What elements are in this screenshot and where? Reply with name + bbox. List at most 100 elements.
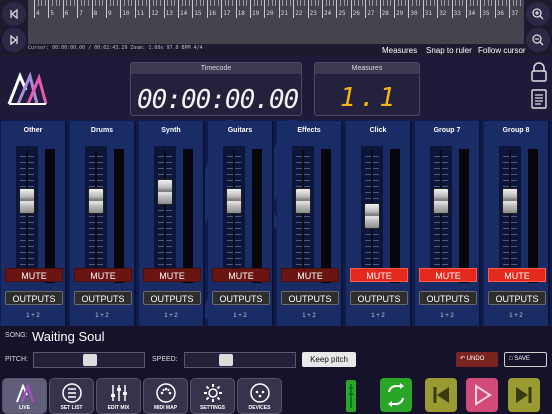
ruler-tick (444, 0, 446, 6)
undo-icon: ↶ (460, 356, 466, 362)
ruler-tick (422, 0, 424, 18)
nav-settings-button[interactable]: SETTINGS (190, 378, 235, 414)
output-routing: 1 + 2 (95, 313, 109, 319)
ruler-tick (433, 0, 435, 6)
channel-strip: Other MUTE OUTPUTS 1 + 2 (1, 121, 67, 326)
fader-track[interactable] (16, 146, 38, 282)
channel-name: Other (23, 127, 43, 134)
rewind-button[interactable] (2, 2, 26, 26)
volume-fader[interactable] (364, 203, 380, 230)
zoom-in-button[interactable] (526, 2, 550, 26)
forward-button[interactable] (2, 28, 26, 52)
level-meter (114, 149, 124, 283)
ruler-number: 32 (439, 10, 447, 17)
ruler-tick (102, 0, 104, 6)
ruler-tick (358, 0, 359, 6)
metronome-toggle[interactable] (346, 380, 356, 412)
speed-slider-handle[interactable] (219, 354, 234, 366)
volume-fader[interactable] (88, 187, 104, 214)
volume-fader[interactable] (157, 179, 173, 205)
ruler-tick (206, 0, 208, 18)
gear-icon (204, 384, 222, 402)
ruler-tick (376, 0, 377, 6)
ruler-tick (451, 0, 453, 18)
undo-button[interactable]: ↶ UNDO (456, 352, 498, 367)
fader-track[interactable] (292, 146, 314, 282)
outputs-button[interactable]: OUTPUTS (143, 291, 201, 305)
fader-track[interactable] (154, 146, 176, 282)
level-meter (528, 149, 538, 283)
mute-button[interactable]: MUTE (419, 268, 477, 282)
next-button[interactable] (508, 378, 540, 412)
nav-live-button[interactable]: LIVE (2, 378, 47, 414)
ruler-tick (37, 0, 39, 6)
nav-set-list-button[interactable]: SET LIST (49, 378, 94, 414)
pitch-slider[interactable] (33, 352, 145, 368)
lock-button[interactable] (530, 62, 548, 82)
timeline-ruler[interactable]: 4 5 6 7 8 9 10 11 12 13 14 15 16 17 18 19 20 21 22 23 24 25 26… (28, 0, 524, 44)
output-routing: 1 + 2 (302, 313, 316, 319)
mute-button[interactable]: MUTE (281, 268, 339, 282)
volume-fader[interactable] (502, 187, 518, 214)
mute-button[interactable]: MUTE (212, 268, 270, 282)
ruler-tick (502, 0, 503, 6)
ruler-tick (80, 0, 82, 6)
nav-label: EDIT MIX (107, 405, 130, 411)
zoom-out-button[interactable] (526, 28, 550, 52)
outputs-button[interactable]: OUTPUTS (74, 291, 132, 305)
ruler-tick (88, 0, 89, 6)
fader-track[interactable] (499, 146, 521, 282)
ruler-tick (44, 0, 46, 6)
ruler-tick (480, 0, 482, 18)
fader-track[interactable] (85, 146, 107, 282)
pitch-slider-handle[interactable] (83, 354, 97, 366)
outputs-button[interactable]: OUTPUTS (212, 291, 270, 305)
fader-track[interactable] (430, 146, 452, 282)
save-button[interactable]: □ SAVE (504, 352, 547, 367)
ruler-number: 6 (64, 10, 69, 17)
ruler-tick (268, 0, 269, 6)
previous-button[interactable] (425, 378, 457, 412)
ruler-tick (149, 0, 151, 18)
outputs-button[interactable]: OUTPUTS (281, 291, 339, 305)
ruler-tick (62, 0, 64, 18)
volume-fader[interactable] (433, 187, 449, 214)
ruler-tick (203, 0, 205, 6)
follow-cursor-toggle[interactable]: Follow cursor (478, 46, 526, 55)
nav-edit-mix-button[interactable]: EDIT MIX (96, 378, 141, 414)
notes-button[interactable] (530, 88, 548, 110)
ruler-number: 12 (151, 10, 159, 17)
outputs-button[interactable]: OUTPUTS (488, 291, 546, 305)
speed-slider[interactable] (184, 352, 296, 368)
mute-button[interactable]: MUTE (350, 268, 408, 282)
ruler-number: 10 (122, 10, 130, 17)
outputs-button[interactable]: OUTPUTS (350, 291, 408, 305)
keep-pitch-button[interactable]: Keep pitch (302, 352, 356, 367)
volume-fader[interactable] (295, 187, 311, 214)
ruler-number: 11 (136, 10, 145, 17)
nav-midi-map-button[interactable]: MIDI MAP (143, 378, 188, 414)
mute-button[interactable]: MUTE (74, 268, 132, 282)
ruler-tick (350, 0, 352, 18)
nav-devices-button[interactable]: DEVICES (237, 378, 282, 414)
ruler-tick (160, 0, 161, 6)
measures-toggle[interactable]: Measures (382, 46, 417, 55)
ruler-tick (199, 0, 201, 6)
outputs-button[interactable]: OUTPUTS (5, 291, 63, 305)
ruler-tick (448, 0, 449, 6)
volume-fader[interactable] (226, 187, 242, 214)
volume-fader[interactable] (19, 187, 35, 214)
mute-button[interactable]: MUTE (143, 268, 201, 282)
outputs-button[interactable]: OUTPUTS (419, 291, 477, 305)
fader-track[interactable] (223, 146, 245, 282)
nav-label: DEVICES (248, 405, 271, 411)
level-meter (321, 149, 331, 283)
ruler-tick (228, 0, 230, 6)
snap-to-ruler-toggle[interactable]: Snap to ruler (426, 46, 472, 55)
ruler-number: 8 (93, 10, 98, 17)
play-button[interactable] (466, 378, 498, 412)
ruler-tick (311, 0, 313, 6)
loop-button[interactable] (380, 378, 412, 412)
mute-button[interactable]: MUTE (488, 268, 546, 282)
mute-button[interactable]: MUTE (5, 268, 63, 282)
